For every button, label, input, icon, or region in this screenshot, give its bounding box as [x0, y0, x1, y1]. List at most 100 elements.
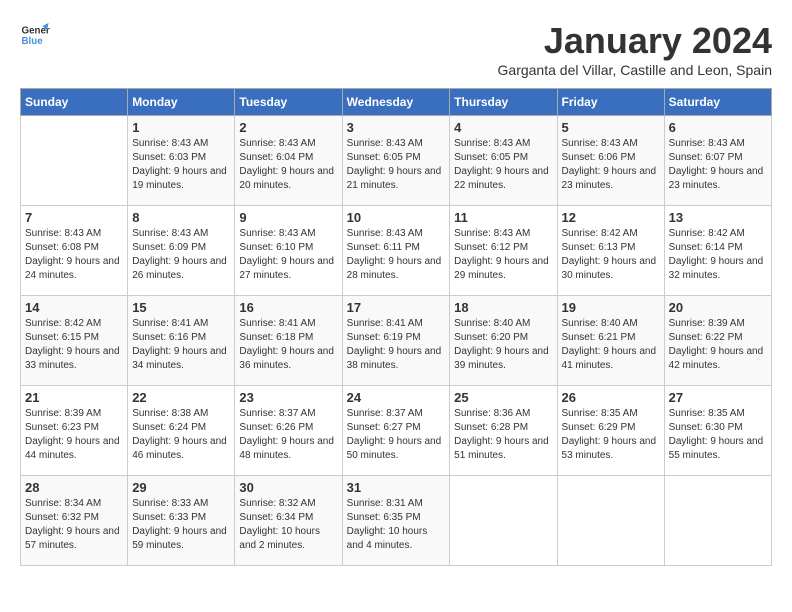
day-info: Sunrise: 8:41 AMSunset: 6:16 PMDaylight:… [132, 317, 230, 373]
calendar-cell [557, 476, 664, 566]
calendar-week-row: 14 Sunrise: 8:42 AMSunset: 6:15 PMDayligh… [21, 296, 772, 386]
day-info: Sunrise: 8:42 AMSunset: 6:14 PMDaylight:… [669, 227, 767, 283]
calendar-cell: 23Sunrise: 8:37 AMSunset: 6:26 PMDayligh… [235, 386, 342, 476]
calendar-cell: 9Sunrise: 8:43 AMSunset: 6:10 PMDaylight… [235, 206, 342, 296]
day-number: 22 [132, 390, 230, 405]
calendar-cell: 20 Sunrise: 8:39 AMSunset: 6:22 PMDayligh… [664, 296, 771, 386]
day-number: 26 [562, 390, 660, 405]
day-number: 7 [25, 210, 123, 225]
calendar-cell [664, 476, 771, 566]
calendar-body: 1Sunrise: 8:43 AMSunset: 6:03 PMDaylight… [21, 116, 772, 566]
calendar-cell: 11 Sunrise: 8:43 AMSunset: 6:12 PMDayligh… [450, 206, 557, 296]
day-info: Sunrise: 8:38 AMSunset: 6:24 PMDaylight:… [132, 407, 230, 463]
day-header-sunday: Sunday [21, 89, 128, 116]
day-number: 31 [347, 480, 446, 495]
day-number: 20 [669, 300, 767, 315]
day-number: 19 [562, 300, 660, 315]
calendar-cell: 29 Sunrise: 8:33 AMSunset: 6:33 PMDayligh… [128, 476, 235, 566]
day-info: Sunrise: 8:33 AMSunset: 6:33 PMDaylight:… [132, 497, 230, 553]
calendar-cell: 1Sunrise: 8:43 AMSunset: 6:03 PMDaylight… [128, 116, 235, 206]
calendar-cell: 19 Sunrise: 8:40 AMSunset: 6:21 PMDayligh… [557, 296, 664, 386]
location-subtitle: Garganta del Villar, Castille and Leon, … [498, 62, 772, 78]
calendar-cell: 31 Sunrise: 8:31 AMSunset: 6:35 PMDayligh… [342, 476, 450, 566]
day-number: 12 [562, 210, 660, 225]
calendar-week-row: 7 Sunrise: 8:43 AMSunset: 6:08 PMDaylight… [21, 206, 772, 296]
svg-text:Blue: Blue [22, 36, 44, 47]
day-info: Sunrise: 8:42 AMSunset: 6:15 PMDaylight:… [25, 317, 123, 373]
day-info: Sunrise: 8:43 AMSunset: 6:09 PMDaylight:… [132, 227, 230, 283]
calendar-week-row: 21Sunrise: 8:39 AMSunset: 6:23 PMDayligh… [21, 386, 772, 476]
calendar-cell: 3 Sunrise: 8:43 AMSunset: 6:05 PMDaylight… [342, 116, 450, 206]
calendar-cell: 10 Sunrise: 8:43 AMSunset: 6:11 PMDayligh… [342, 206, 450, 296]
day-info: Sunrise: 8:43 AMSunset: 6:05 PMDaylight:… [454, 137, 552, 193]
day-number: 29 [132, 480, 230, 495]
calendar-cell: 8 Sunrise: 8:43 AMSunset: 6:09 PMDaylight… [128, 206, 235, 296]
day-header-monday: Monday [128, 89, 235, 116]
day-info: Sunrise: 8:42 AMSunset: 6:13 PMDaylight:… [562, 227, 660, 283]
calendar-cell: 14 Sunrise: 8:42 AMSunset: 6:15 PMDayligh… [21, 296, 128, 386]
day-info: Sunrise: 8:36 AMSunset: 6:28 PMDaylight:… [454, 407, 552, 463]
day-info: Sunrise: 8:37 AMSunset: 6:27 PMDaylight:… [347, 407, 446, 463]
logo: General Blue [20, 20, 50, 50]
day-info: Sunrise: 8:32 AMSunset: 6:34 PMDaylight:… [239, 497, 337, 553]
day-info: Sunrise: 8:40 AMSunset: 6:20 PMDaylight:… [454, 317, 552, 373]
day-number: 10 [347, 210, 446, 225]
day-info: Sunrise: 8:43 AMSunset: 6:05 PMDaylight:… [347, 137, 446, 193]
logo-icon: General Blue [20, 20, 50, 50]
day-number: 14 [25, 300, 123, 315]
calendar-cell [21, 116, 128, 206]
calendar-cell: 16 Sunrise: 8:41 AMSunset: 6:18 PMDayligh… [235, 296, 342, 386]
calendar-cell: 30Sunrise: 8:32 AMSunset: 6:34 PMDayligh… [235, 476, 342, 566]
calendar-table: SundayMondayTuesdayWednesdayThursdayFrid… [20, 88, 772, 566]
day-number: 18 [454, 300, 552, 315]
calendar-cell: 26 Sunrise: 8:35 AMSunset: 6:29 PMDayligh… [557, 386, 664, 476]
day-info: Sunrise: 8:35 AMSunset: 6:29 PMDaylight:… [562, 407, 660, 463]
calendar-cell: 15Sunrise: 8:41 AMSunset: 6:16 PMDayligh… [128, 296, 235, 386]
calendar-cell: 17 Sunrise: 8:41 AMSunset: 6:19 PMDayligh… [342, 296, 450, 386]
day-number: 2 [239, 120, 337, 135]
day-number: 25 [454, 390, 552, 405]
day-info: Sunrise: 8:43 AMSunset: 6:08 PMDaylight:… [25, 227, 123, 283]
calendar-cell [450, 476, 557, 566]
day-number: 6 [669, 120, 767, 135]
day-number: 13 [669, 210, 767, 225]
calendar-cell: 4 Sunrise: 8:43 AMSunset: 6:05 PMDaylight… [450, 116, 557, 206]
calendar-cell: 25 Sunrise: 8:36 AMSunset: 6:28 PMDayligh… [450, 386, 557, 476]
day-info: Sunrise: 8:34 AMSunset: 6:32 PMDaylight:… [25, 497, 123, 553]
calendar-cell: 18 Sunrise: 8:40 AMSunset: 6:20 PMDayligh… [450, 296, 557, 386]
day-header-thursday: Thursday [450, 89, 557, 116]
calendar-week-row: 28Sunrise: 8:34 AMSunset: 6:32 PMDayligh… [21, 476, 772, 566]
calendar-cell: 2 Sunrise: 8:43 AMSunset: 6:04 PMDaylight… [235, 116, 342, 206]
calendar-cell: 27Sunrise: 8:35 AMSunset: 6:30 PMDayligh… [664, 386, 771, 476]
day-number: 8 [132, 210, 230, 225]
day-number: 3 [347, 120, 446, 135]
day-info: Sunrise: 8:39 AMSunset: 6:22 PMDaylight:… [669, 317, 767, 373]
month-title: January 2024 [498, 20, 772, 62]
title-block: January 2024 Garganta del Villar, Castil… [498, 20, 772, 78]
day-info: Sunrise: 8:43 AMSunset: 6:04 PMDaylight:… [239, 137, 337, 193]
calendar-cell: 28Sunrise: 8:34 AMSunset: 6:32 PMDayligh… [21, 476, 128, 566]
calendar-cell: 13 Sunrise: 8:42 AMSunset: 6:14 PMDayligh… [664, 206, 771, 296]
day-number: 16 [239, 300, 337, 315]
day-info: Sunrise: 8:37 AMSunset: 6:26 PMDaylight:… [239, 407, 337, 463]
day-info: Sunrise: 8:40 AMSunset: 6:21 PMDaylight:… [562, 317, 660, 373]
day-number: 24 [347, 390, 446, 405]
day-number: 4 [454, 120, 552, 135]
calendar-cell: 7 Sunrise: 8:43 AMSunset: 6:08 PMDaylight… [21, 206, 128, 296]
calendar-cell: 5Sunrise: 8:43 AMSunset: 6:06 PMDaylight… [557, 116, 664, 206]
day-info: Sunrise: 8:43 AMSunset: 6:12 PMDaylight:… [454, 227, 552, 283]
day-info: Sunrise: 8:41 AMSunset: 6:19 PMDaylight:… [347, 317, 446, 373]
calendar-header-row: SundayMondayTuesdayWednesdayThursdayFrid… [21, 89, 772, 116]
day-number: 1 [132, 120, 230, 135]
day-number: 11 [454, 210, 552, 225]
day-info: Sunrise: 8:43 AMSunset: 6:11 PMDaylight:… [347, 227, 446, 283]
calendar-cell: 21Sunrise: 8:39 AMSunset: 6:23 PMDayligh… [21, 386, 128, 476]
day-header-tuesday: Tuesday [235, 89, 342, 116]
day-number: 27 [669, 390, 767, 405]
calendar-cell: 6Sunrise: 8:43 AMSunset: 6:07 PMDaylight… [664, 116, 771, 206]
day-info: Sunrise: 8:31 AMSunset: 6:35 PMDaylight:… [347, 497, 446, 553]
calendar-cell: 12 Sunrise: 8:42 AMSunset: 6:13 PMDayligh… [557, 206, 664, 296]
day-header-wednesday: Wednesday [342, 89, 450, 116]
day-number: 17 [347, 300, 446, 315]
day-info: Sunrise: 8:41 AMSunset: 6:18 PMDaylight:… [239, 317, 337, 373]
